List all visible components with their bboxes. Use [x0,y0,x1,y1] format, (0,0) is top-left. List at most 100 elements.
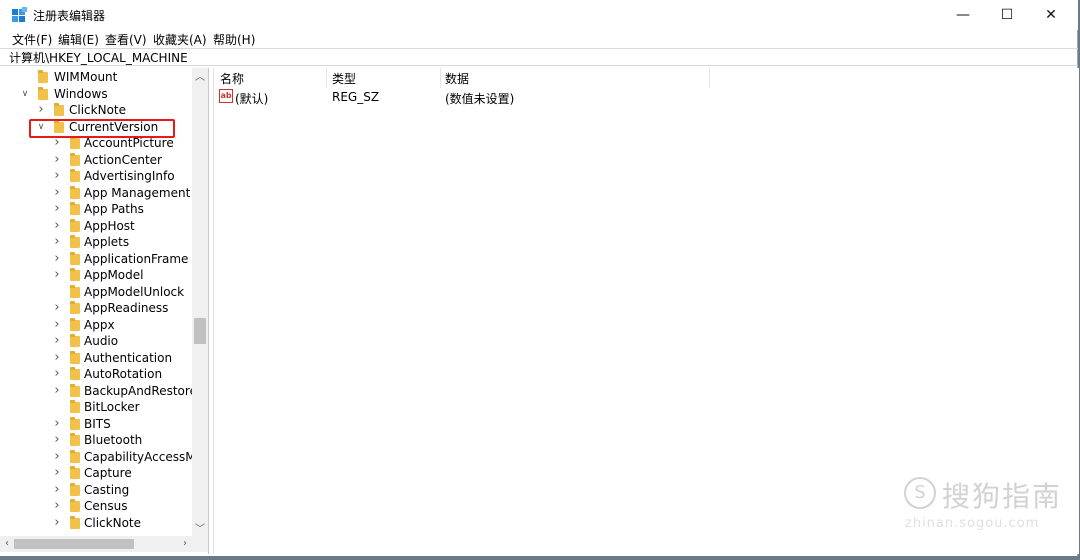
chevron-right-icon[interactable]: › [52,300,62,317]
chevron-right-icon[interactable]: › [52,465,62,482]
tree-horizontal-scrollbar[interactable]: ‹ › [0,536,192,552]
chevron-right-icon[interactable]: › [52,234,62,251]
tree-item[interactable]: › BITS [0,416,200,433]
tree-item[interactable]: AppModelUnlock [0,284,200,301]
chevron-right-icon[interactable]: › [52,168,62,185]
tree-item[interactable]: › ApplicationFrame [0,251,200,268]
folder-icon [70,185,80,199]
tree-item-label: App Paths [84,202,144,216]
tree-item[interactable]: › CapabilityAccessMa [0,449,203,466]
tree-item-label: BackupAndRestoreS [84,383,205,398]
maximize-button[interactable]: ☐ [984,0,1030,30]
column-header-name[interactable]: 名称 [220,70,244,87]
tree-item-label: WIMMount [54,70,118,84]
folder-icon [70,317,80,331]
tree-item[interactable]: › Census [0,498,200,515]
menu-view[interactable]: 查看(V) [105,31,147,48]
tree-item[interactable]: › Bluetooth [0,432,200,449]
tree-item-label: AppHost [84,218,135,233]
tree-item-label: Applets [84,235,130,249]
scroll-up-icon[interactable]: ︿ [192,68,208,83]
chevron-right-icon[interactable]: › [52,218,62,235]
chevron-right-icon[interactable]: › [52,482,62,499]
tree-item-label: ClickNote [84,515,141,530]
tree-item-label: App Management [84,185,191,200]
chevron-down-icon[interactable]: ∨ [20,86,30,103]
tree-item[interactable]: › AppHost [0,218,200,235]
tree-vertical-scrollbar[interactable]: ︿ ﹀ [192,68,208,536]
key-tree-pane[interactable]: WIMMount ∨ Windows › ClickNote ∨ CurrentVersio… [0,68,209,554]
tree-item[interactable]: BitLocker [0,399,200,416]
value-type: REG_SZ [332,90,380,104]
tree-item-label: AdvertisingInfo [84,169,175,183]
address-bar[interactable]: 计算机\HKEY_LOCAL_MACHINE [0,48,1078,66]
menu-help[interactable]: 帮助(H) [213,31,255,48]
tree-item[interactable]: WIMMount [0,69,200,86]
tree-item[interactable]: › Authentication [0,350,200,367]
tree-item[interactable]: › Appx [0,317,200,334]
scroll-corner [192,536,208,552]
tree-item-label: Audio [84,334,119,348]
chevron-right-icon[interactable]: › [52,416,62,433]
column-header-type[interactable]: 类型 [332,70,356,87]
chevron-right-icon[interactable]: › [52,185,62,202]
tree-item[interactable]: › App Paths [0,201,200,218]
chevron-right-icon[interactable]: › [36,102,46,119]
menu-edit[interactable]: 编辑(E) [58,31,99,48]
tree-item[interactable]: › AppReadiness [0,300,200,317]
close-button[interactable]: ✕ [1028,0,1074,30]
scroll-left-icon[interactable]: ‹ [0,536,14,552]
folder-icon [70,301,80,314]
tree-item[interactable]: › Audio [0,333,200,350]
chevron-right-icon[interactable]: › [52,267,62,284]
tree-item-label: Bluetooth [84,433,143,447]
chevron-right-icon[interactable]: › [52,350,62,367]
tree-item[interactable]: › App Management [0,185,200,202]
tree-item[interactable]: › ClickNote [0,102,200,119]
tree-item[interactable]: › Applets [0,234,200,251]
tree-item[interactable]: › BackupAndRestoreS [0,383,204,400]
tree-item[interactable]: ∨ Windows [0,86,200,103]
minimize-button[interactable]: — [940,0,986,30]
chevron-right-icon[interactable]: › [52,366,62,383]
column-header-data[interactable]: 数据 [445,70,469,87]
chevron-right-icon[interactable]: › [52,449,62,466]
chevron-right-icon[interactable]: › [52,383,62,400]
tree-item[interactable]: › AppModel [0,267,200,284]
menu-favorites[interactable]: 收藏夹(A) [153,31,207,48]
chevron-right-icon[interactable]: › [52,333,62,350]
chevron-right-icon[interactable]: › [52,317,62,334]
scroll-down-icon[interactable]: ﹀ [192,520,208,535]
scroll-thumb[interactable] [194,318,206,344]
tree-item[interactable]: › AdvertisingInfo [0,168,200,185]
scroll-thumb-horizontal[interactable] [14,539,134,549]
tree-item[interactable]: › ClickNote [0,515,200,532]
current-version-highlight [29,119,175,138]
chevron-right-icon[interactable]: › [52,251,62,268]
tree-item-label: Appx [84,317,115,332]
tree-item[interactable]: › ActionCenter [0,152,200,169]
tree-item-label: Windows [54,86,108,101]
tree-item-label: AppModel [84,268,144,282]
tree-item[interactable]: › Casting [0,482,200,499]
chevron-right-icon[interactable]: › [52,432,62,449]
folder-icon [70,350,80,364]
menu-file[interactable]: 文件(F) [12,31,52,48]
column-divider [326,68,327,88]
folder-icon [70,218,80,232]
chevron-right-icon[interactable]: › [52,515,62,532]
chevron-right-icon[interactable]: › [52,201,62,218]
value-name[interactable]: (默认) [235,90,268,107]
regedit-app-icon [12,7,27,22]
tree-item-label: Capture [84,466,132,480]
folder-icon [70,466,80,479]
tree-item[interactable]: › Capture [0,465,200,482]
chevron-right-icon[interactable]: › [52,498,62,515]
title-bar[interactable]: 注册表编辑器 — ☐ ✕ [0,0,1078,30]
folder-icon [70,400,80,413]
value-data: (数值未设置) [445,92,515,106]
folder-icon [70,268,80,281]
chevron-right-icon[interactable]: › [52,152,62,169]
scroll-right-icon[interactable]: › [178,536,192,552]
tree-item[interactable]: › AutoRotation [0,366,200,383]
